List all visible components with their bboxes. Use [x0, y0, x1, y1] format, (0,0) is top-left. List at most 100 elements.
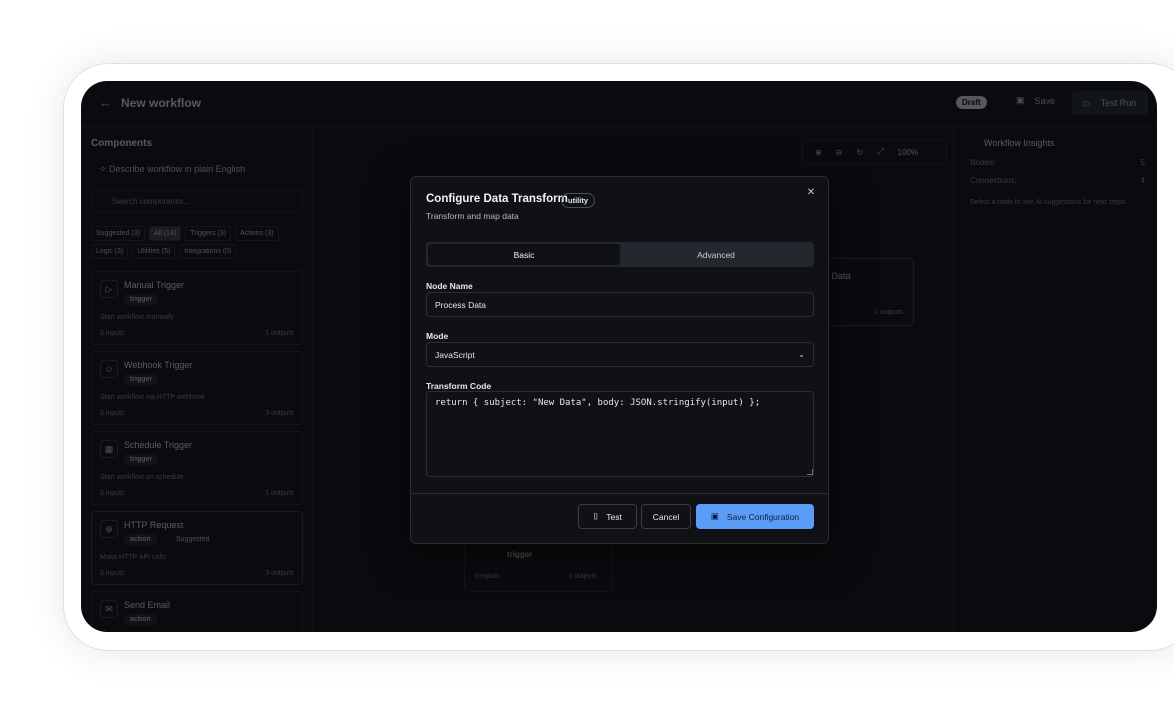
components-sidebar: Components ✧ Describe workflow in plain …: [81, 128, 313, 632]
node-inputs: 0 inputs: [475, 573, 500, 580]
calendar-icon: ▦: [100, 440, 118, 458]
component-outputs: 1 outputs: [265, 490, 294, 497]
play-icon: ▷: [1083, 97, 1091, 108]
nodes-label: Nodes:: [970, 158, 996, 167]
save-icon: ▣: [1016, 95, 1025, 105]
cancel-button-label: Cancel: [652, 511, 680, 522]
flask-icon: ⌷: [593, 511, 599, 521]
transform-code-label: Transform Code: [426, 381, 492, 391]
mail-icon: ✉: [100, 600, 118, 618]
save-button-label: Save: [1034, 95, 1056, 106]
status-badge: Draft: [956, 96, 987, 109]
zoom-in-icon[interactable]: ⊕: [815, 148, 822, 157]
node-tag: trigger: [507, 550, 533, 559]
filter-logic[interactable]: Logic (3): [91, 244, 129, 259]
zoom-level: 100%: [897, 147, 918, 157]
mode-label: Mode: [426, 331, 449, 341]
component-desc: Start workflow on schedule: [100, 474, 184, 481]
cancel-button[interactable]: Cancel: [641, 504, 691, 529]
node-outputs: 3 outputs: [568, 573, 597, 580]
zoom-out-icon[interactable]: ⊖: [836, 148, 843, 157]
component-tag: trigger: [124, 374, 159, 385]
sidebar-title: Components: [91, 138, 153, 149]
insights-connections-row: Connections: 4: [970, 176, 1145, 185]
insights-tip: Select a node to see AI suggestions for …: [970, 199, 1126, 206]
connections-label: Connections:: [970, 176, 1017, 185]
reset-icon[interactable]: ↻: [856, 148, 863, 157]
connections-value: 4: [1140, 176, 1145, 185]
config-tabs: Basic Advanced: [426, 242, 814, 267]
insights-nodes-row: Nodes: 5: [970, 158, 1145, 167]
mode-value: JavaScript: [435, 349, 475, 360]
component-desc: Start workflow via HTTP webhook: [100, 394, 205, 401]
node-name-label: Node Name: [426, 281, 473, 291]
filter-suggested[interactable]: Suggested (3): [91, 226, 145, 241]
component-inputs: 0 inputs: [100, 490, 125, 497]
component-outputs: 3 outputs: [265, 410, 294, 417]
save-icon: ▣: [710, 511, 719, 521]
filter-utilities[interactable]: Utilities (5): [132, 244, 176, 259]
mode-select[interactable]: JavaScript ⌄: [426, 342, 814, 367]
component-tag: action: [124, 534, 157, 545]
fit-view-icon[interactable]: ⤢: [877, 147, 883, 157]
component-outputs: 1 outputs: [265, 330, 294, 337]
filter-chips: Suggested (3) All (14) Triggers (3) Acti…: [91, 226, 307, 259]
component-card-http-request[interactable]: ⊕ HTTP Request action Suggested Make HTT…: [91, 511, 303, 585]
component-outputs: 3 outputs: [265, 570, 294, 577]
chevron-down-icon: ⌄: [798, 350, 805, 359]
component-card-send-email[interactable]: ✉ Send Email action: [91, 591, 303, 632]
describe-label: Describe workflow in plain English: [109, 164, 246, 174]
filter-actions[interactable]: Actions (3): [235, 226, 279, 241]
component-tag: trigger: [124, 294, 159, 305]
component-inputs: 0 inputs: [100, 330, 125, 337]
component-tag: trigger: [124, 454, 159, 465]
test-button-label: Test: [606, 511, 622, 522]
node-outputs: 1 outputs: [874, 309, 903, 316]
filter-triggers[interactable]: Triggers (3): [185, 226, 232, 241]
user-icon: ☺: [100, 360, 118, 378]
component-name: Manual Trigger: [124, 280, 185, 290]
insights-panel: Workflow Insights Nodes: 5 Connections: …: [953, 128, 1157, 632]
save-configuration-label: Save Configuration: [726, 511, 800, 522]
component-inputs: 0 inputs: [100, 410, 125, 417]
modal-footer-divider: [411, 493, 828, 494]
configure-modal: Configure Data Transform utility Transfo…: [410, 176, 829, 544]
component-inputs: 3 inputs: [100, 570, 125, 577]
play-icon: ▷: [100, 280, 118, 298]
close-icon[interactable]: ✕: [804, 186, 818, 200]
save-button[interactable]: ▣ Save: [1016, 95, 1055, 106]
filter-all[interactable]: All (14): [148, 226, 182, 241]
component-card-manual-trigger[interactable]: ▷ Manual Trigger trigger Start workflow …: [91, 271, 303, 345]
resize-handle-icon[interactable]: [807, 469, 813, 475]
insights-title: Workflow Insights: [984, 138, 1055, 148]
transform-code-editor[interactable]: return { subject: "New Data", body: JSON…: [426, 391, 814, 477]
component-desc: Make HTTP API calls: [100, 554, 167, 561]
search-input[interactable]: Search components...: [91, 190, 303, 212]
component-name: Send Email: [124, 600, 171, 610]
tab-basic[interactable]: Basic: [428, 244, 620, 265]
node-name-input[interactable]: [426, 292, 814, 317]
component-name: HTTP Request: [124, 520, 184, 530]
component-name: Webhook Trigger: [124, 360, 193, 370]
modal-title: Configure Data Transform: [426, 193, 568, 205]
component-desc: Start workflow manually: [100, 314, 174, 321]
component-tag: action: [124, 614, 157, 625]
canvas-node-trigger[interactable]: trigger 0 inputs 3 outputs: [464, 536, 612, 592]
globe-icon: ⊕: [100, 520, 118, 538]
save-configuration-button[interactable]: ▣ Save Configuration: [696, 504, 814, 529]
modal-subtitle: Transform and map data: [426, 211, 519, 221]
node-type-badge: utility: [561, 193, 595, 208]
tab-advanced[interactable]: Advanced: [620, 244, 812, 265]
sparkle-icon: ✧: [99, 164, 110, 174]
top-header: ← New workflow Draft ▣ Save ▷ Test Run: [81, 81, 1157, 127]
describe-workflow-button[interactable]: ✧ Describe workflow in plain English: [99, 164, 245, 175]
test-run-button[interactable]: ▷ Test Run: [1072, 91, 1148, 115]
component-card-schedule-trigger[interactable]: ▦ Schedule Trigger trigger Start workflo…: [91, 431, 303, 505]
component-card-webhook-trigger[interactable]: ☺ Webhook Trigger trigger Start workflow…: [91, 351, 303, 425]
nodes-value: 5: [1140, 158, 1145, 167]
test-button[interactable]: ⌷ Test: [578, 504, 637, 529]
arrow-left-icon[interactable]: ←: [99, 95, 112, 110]
filter-integrations[interactable]: Integrations (0): [179, 244, 237, 259]
workflow-title: New workflow: [121, 96, 202, 110]
suggested-tag: Suggested: [176, 536, 210, 543]
